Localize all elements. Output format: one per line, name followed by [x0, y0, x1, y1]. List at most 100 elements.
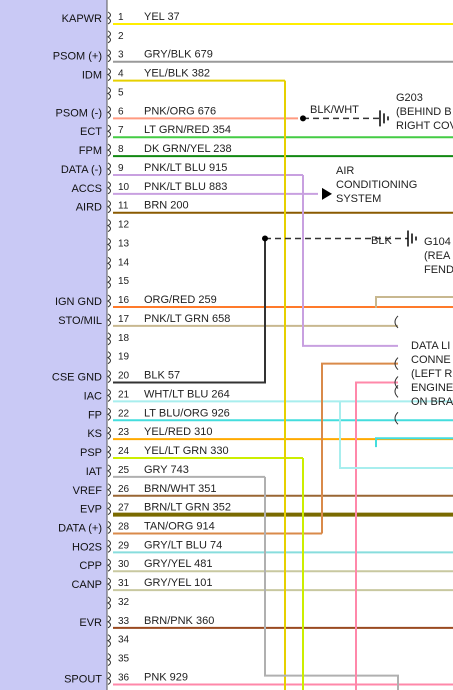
- g104-ground-symbol: [407, 230, 417, 247]
- pin-31-bracket: [107, 577, 111, 591]
- pin-2-number: 2: [118, 31, 124, 42]
- pin-36-wire-label: PNK 929: [144, 671, 188, 683]
- pin-16-wire-label: ORG/RED 259: [144, 294, 217, 306]
- pin-10-wire-label: PNK/LT BLU 883: [144, 181, 227, 193]
- pin-7-number: 7: [118, 125, 124, 136]
- pin-30-bracket: [107, 558, 111, 572]
- pin-24-bracket: [107, 445, 111, 459]
- g203-ground-symbol: [379, 110, 389, 127]
- ac-system-line1: AIR: [336, 165, 354, 177]
- pin-17-bracket: [107, 313, 111, 327]
- pin-17-signal: STO/MIL: [58, 315, 102, 327]
- pin-33-wire-label: BRN/PNK 360: [144, 615, 214, 627]
- pin-3-number: 3: [118, 50, 124, 61]
- pin-7-wire-label: LT GRN/RED 354: [144, 124, 231, 136]
- ac-arrow: [322, 187, 332, 200]
- g203-wire-label: BLK/WHT: [310, 104, 359, 116]
- pin-7-signal: ECT: [80, 126, 102, 138]
- pin-36-signal: SPOUT: [64, 673, 102, 685]
- pin-1-wire-label: YEL 37: [144, 11, 180, 23]
- pin-3-bracket: [107, 49, 111, 63]
- pin-26-signal: VREF: [73, 485, 103, 497]
- pin-22-number: 22: [118, 408, 130, 419]
- pin-15-bracket: [107, 275, 111, 289]
- pin-21-bracket: [107, 388, 111, 402]
- data-link-pin-5: [394, 411, 399, 425]
- data-link-line5: ON BRA: [411, 396, 453, 408]
- pin-31-number: 31: [118, 578, 130, 589]
- g203-location-line1: (BEHIND B: [396, 106, 452, 118]
- pin-6-bracket: [107, 105, 111, 119]
- pin-19-bracket: [107, 351, 111, 365]
- pin-1-bracket: [107, 11, 111, 25]
- pin-11-wire-label: BRN 200: [144, 200, 189, 212]
- pin-8-bracket: [107, 143, 111, 157]
- pin-11-number: 11: [118, 201, 129, 212]
- pin-24-wire-label: YEL/LT GRN 330: [144, 445, 229, 457]
- pin-18-number: 18: [118, 333, 130, 344]
- pin-29-signal: HO2S: [72, 541, 102, 553]
- pin-23-bracket: [107, 426, 111, 440]
- pin-29-wire-label: GRY/LT BLU 74: [144, 539, 222, 551]
- data-link-line1: DATA LI: [411, 340, 450, 352]
- pin-21-number: 21: [118, 389, 130, 400]
- pin-8-signal: FPM: [79, 145, 102, 157]
- pin-8-number: 8: [118, 144, 124, 155]
- pin-35-number: 35: [118, 654, 130, 665]
- pin-26-wire-label: BRN/WHT 351: [144, 483, 217, 495]
- g104-splice-dot: [262, 235, 268, 242]
- pin-6-signal: PSOM (-): [56, 107, 102, 119]
- spout-route: [355, 381, 398, 690]
- pin-7-bracket: [107, 124, 111, 138]
- pin-16-number: 16: [118, 295, 130, 306]
- pin-10-number: 10: [118, 182, 130, 193]
- pin-29-number: 29: [118, 540, 130, 551]
- g203-title: G203: [396, 92, 423, 104]
- pin-23-wire-label: YEL/RED 310: [144, 426, 212, 438]
- g104-wire-label: BLK: [371, 235, 392, 247]
- g203-location-line2: RIGHT COV: [396, 120, 453, 132]
- pin-25-signal: IAT: [86, 466, 103, 478]
- pin-8-wire-label: DK GRN/YEL 238: [144, 143, 232, 155]
- pin-27-bracket: [107, 502, 111, 516]
- g104-location-line1: (REA: [424, 250, 451, 262]
- data-link-line4: ENGINE: [411, 382, 453, 394]
- pin-2-bracket: [107, 30, 111, 44]
- pin-36-bracket: [107, 672, 111, 685]
- pin-15-number: 15: [118, 276, 130, 287]
- pin-22-signal: FP: [88, 409, 102, 421]
- pin-11-signal: AIRD: [76, 202, 102, 214]
- pin-13-number: 13: [118, 238, 130, 249]
- pin-6-number: 6: [118, 106, 124, 117]
- pin-28-signal: DATA (+): [58, 522, 102, 534]
- pin-11-bracket: [107, 200, 111, 214]
- g104-title: G104: [424, 236, 451, 248]
- pin-26-bracket: [107, 483, 111, 497]
- pin-9-wire-label: PNK/LT BLU 915: [144, 162, 227, 174]
- pin-31-signal: CANP: [71, 579, 102, 591]
- pin-35-bracket: [107, 653, 111, 667]
- pin-12-bracket: [107, 219, 111, 232]
- pin-13-bracket: [107, 238, 111, 251]
- pin-1-number: 1: [118, 12, 124, 23]
- pin-9-signal: DATA (-): [61, 164, 102, 176]
- pin-22-wire-label: LT BLU/ORG 926: [144, 407, 230, 419]
- pin-33-bracket: [107, 615, 111, 629]
- pin-16-bracket: [107, 294, 111, 308]
- pin-19-number: 19: [118, 352, 130, 363]
- pin-18-bracket: [107, 332, 111, 346]
- pin-21-signal: IAC: [84, 390, 102, 402]
- pin-25-number: 25: [118, 465, 130, 476]
- pin-29-bracket: [107, 539, 111, 553]
- pin-3-signal: PSOM (+): [53, 51, 102, 63]
- pin-21-wire-label: WHT/LT BLU 264: [144, 388, 230, 400]
- pin-28-wire-label: TAN/ORG 914: [144, 520, 215, 532]
- pin-20-bracket: [107, 370, 111, 383]
- pin-30-wire-label: GRY/YEL 481: [144, 558, 213, 570]
- pin-28-bracket: [107, 521, 111, 534]
- pin-16-signal: IGN GND: [55, 296, 102, 308]
- pin-3-wire-label: GRY/BLK 679: [144, 49, 213, 61]
- pin-25-wire-label: GRY 743: [144, 464, 189, 476]
- pin-25-bracket: [107, 464, 111, 478]
- pin-10-signal: ACCS: [71, 183, 102, 195]
